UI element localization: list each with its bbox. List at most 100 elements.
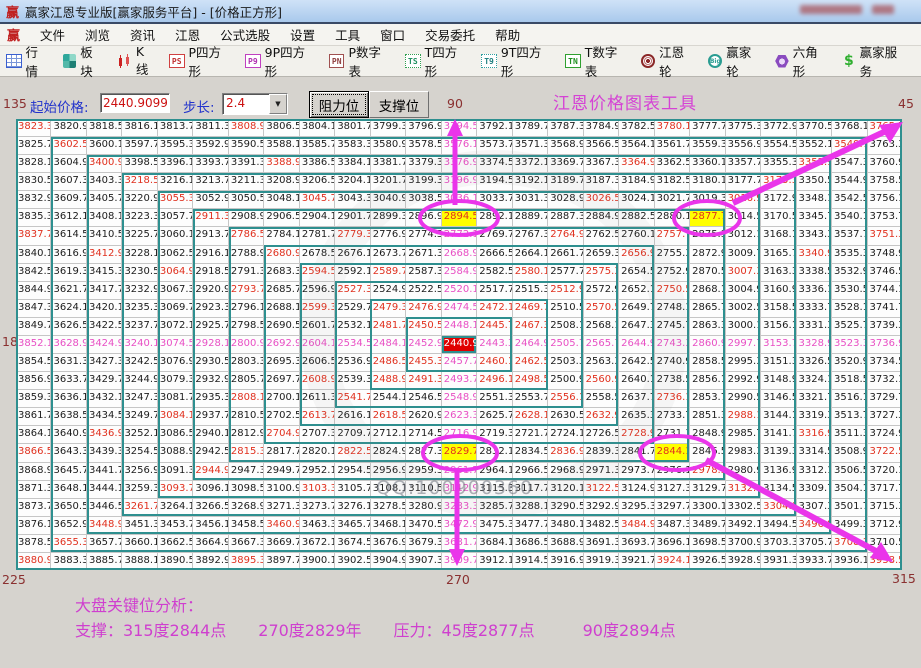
gann-cell: 3729.70 [867, 390, 902, 408]
gann-cell: 3084.10 [157, 408, 193, 426]
angle-label-315: 315 [892, 571, 916, 586]
toolbar-button-blocks[interactable]: 板块 [62, 42, 105, 80]
gann-cell: 3103.30 [299, 480, 335, 498]
toolbar-button-market-grid[interactable]: 行情 [6, 42, 50, 80]
gann-cell: 2596.90 [299, 281, 335, 299]
gann-cell: 3256.90 [122, 462, 157, 480]
ts-badge-icon: TS [405, 54, 421, 68]
gann-cell: 2644.90 [619, 335, 654, 354]
gann-cell: 3139.30 [761, 444, 796, 462]
gann-cell: 3492.10 [725, 516, 761, 534]
toolbar-button-t9-badge[interactable]: T9 9T四方形 [481, 42, 552, 80]
gann-cell: 3429.70 [86, 372, 122, 390]
gann-cell: 3693.70 [619, 534, 654, 552]
gann-cell: 3799.30 [370, 119, 406, 137]
gann-cell: 2868.10 [690, 281, 725, 299]
support-button[interactable]: 支撑位 [369, 91, 429, 118]
menu-item[interactable]: 资讯 [120, 23, 165, 46]
gann-cell: 2860.90 [690, 335, 725, 354]
gann-cell: 3453.70 [157, 516, 193, 534]
toolbar-button-hexagon[interactable]: 六角形 [775, 42, 829, 80]
gann-cell: 2695.30 [264, 354, 299, 372]
gann-cell: 2522.50 [406, 281, 441, 299]
gann-cell: 3698.50 [690, 534, 725, 552]
gann-cell: 3825.70 [16, 137, 51, 155]
gann-cell: 2728.90 [619, 426, 654, 444]
gann-cell: 3888.10 [122, 552, 157, 570]
gann-cell: 2949.70 [264, 462, 299, 480]
gann-cell: 3727.30 [867, 408, 902, 426]
gann-cell: 3432.10 [86, 390, 122, 408]
gann-cell: 3628.90 [51, 335, 86, 354]
gann-cell: 3688.90 [548, 534, 583, 552]
gann-cell: 3132.10 [725, 480, 761, 498]
step-combobox[interactable]: 2.4 ▼ [222, 93, 288, 115]
gann-cell: 2853.70 [690, 390, 725, 408]
gann-cell: 3804.10 [299, 119, 335, 137]
gann-cell: 3720.10 [867, 462, 902, 480]
gann-cell: 3259.30 [122, 480, 157, 498]
gann-cell: 3520.90 [832, 354, 867, 372]
gann-cell: 3852.10 [16, 335, 51, 354]
toolbar-button-winner-wheel[interactable]: Big 赢家轮 [708, 42, 762, 80]
gann-cell: 3028.90 [548, 191, 583, 209]
toolbar-button-ps-badge[interactable]: PS P四方形 [168, 42, 232, 80]
gann-cell: 3528.10 [832, 299, 867, 317]
gann-cell: 2820.10 [299, 444, 335, 462]
gann-cell: 3374.50 [477, 155, 512, 173]
gann-cell: 3136.90 [761, 462, 796, 480]
gann-cell: 3840.10 [16, 245, 51, 263]
gann-cell: 3938.50 [867, 552, 902, 570]
gann-cell: 3278.50 [370, 498, 406, 516]
gann-cell: 3914.50 [512, 552, 548, 570]
gann-cell: 3739.30 [867, 317, 902, 335]
gann-cell: 3175.30 [761, 173, 796, 191]
gann-cell: 2973.70 [619, 462, 654, 480]
resistance-button[interactable]: 阻力位 [309, 91, 369, 118]
gann-cell: 2467.30 [512, 317, 548, 335]
gann-cell: 3897.70 [264, 552, 299, 570]
toolbar-button-p9-badge[interactable]: P9 9P四方形 [245, 42, 316, 80]
gann-cell: 2599.30 [299, 299, 335, 317]
gann-cell: 2736.10 [654, 390, 690, 408]
gann-cell: 2692.90 [264, 335, 299, 354]
gann-cell: 2956.90 [370, 462, 406, 480]
start-price-input[interactable] [100, 93, 170, 113]
gann-cell: 2724.10 [548, 426, 583, 444]
gann-cell: 2508.10 [548, 317, 583, 335]
gann-cell: 2870.50 [690, 263, 725, 281]
gann-cell: 3806.50 [264, 119, 299, 137]
gann-cell: 2786.50 [228, 227, 264, 245]
gann-cell: 3364.90 [619, 155, 654, 173]
gann-cell: 3343.30 [796, 227, 832, 245]
gann-cell: 3189.70 [548, 173, 583, 191]
gann-cell: 3170.50 [761, 209, 796, 227]
gann-cell: 3535.30 [832, 245, 867, 263]
gann-cell: 3844.90 [16, 281, 51, 299]
gann-cell: 3386.50 [299, 155, 335, 173]
chevron-down-icon[interactable]: ▼ [269, 94, 287, 114]
gann-cell: 3504.10 [832, 480, 867, 498]
gann-cell: 2510.50 [548, 299, 583, 317]
toolbar-button-ts-badge[interactable]: TS T四方形 [405, 42, 468, 80]
gann-cell: 2640.10 [619, 372, 654, 390]
gann-cell: 3722.50 [867, 444, 902, 462]
gann-cell: 3228.10 [122, 245, 157, 263]
gann-cell: 2750.50 [654, 281, 690, 299]
gann-cell: 3597.70 [122, 137, 157, 155]
toolbar-button-pn-badge[interactable]: PN P数字表 [328, 42, 392, 80]
toolbar-button-gann-wheel[interactable]: 江恩轮 [641, 42, 695, 80]
gann-cell: 2635.30 [619, 408, 654, 426]
gann-cell: 2788.90 [228, 245, 264, 263]
gann-cell: 3057.70 [157, 209, 193, 227]
gann-cell: 2690.50 [264, 317, 299, 335]
gann-cell: 3240.10 [122, 335, 157, 354]
gann-cell: 3247.30 [122, 390, 157, 408]
toolbar-button-tn-badge[interactable]: TN T数字表 [565, 42, 628, 80]
toolbar-button-label: 9T四方形 [500, 45, 542, 79]
gann-cell: 3031.30 [512, 191, 548, 209]
gann-cell: 2556.10 [548, 390, 583, 408]
toolbar-button-kline[interactable]: K线 [117, 44, 156, 78]
toolbar-button-dollar[interactable]: $ 赢家服务 [842, 42, 908, 80]
gann-cell: 2858.50 [690, 354, 725, 372]
